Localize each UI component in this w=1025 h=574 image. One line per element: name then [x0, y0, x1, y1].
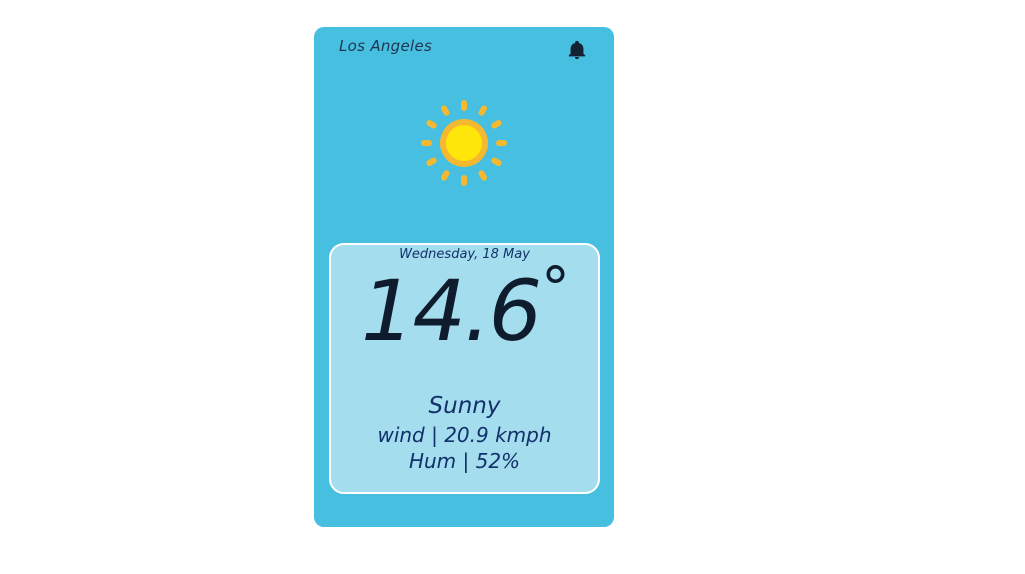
- sun-icon: [421, 100, 507, 186]
- weather-card: Los Angeles Wednesday, 18 May 14.6 ° Sun…: [314, 27, 614, 527]
- temperature-value: 14.6: [361, 262, 542, 360]
- city-label: Los Angeles: [339, 37, 433, 55]
- condition-label: Sunny: [428, 393, 501, 419]
- bell-icon[interactable]: [566, 39, 588, 61]
- degree-symbol: °: [541, 254, 570, 322]
- wind-label: wind | 20.9 kmph: [377, 423, 552, 447]
- weather-details-panel: Wednesday, 18 May 14.6 ° Sunny wind | 20…: [329, 243, 600, 494]
- humidity-label: Hum | 52%: [408, 449, 521, 473]
